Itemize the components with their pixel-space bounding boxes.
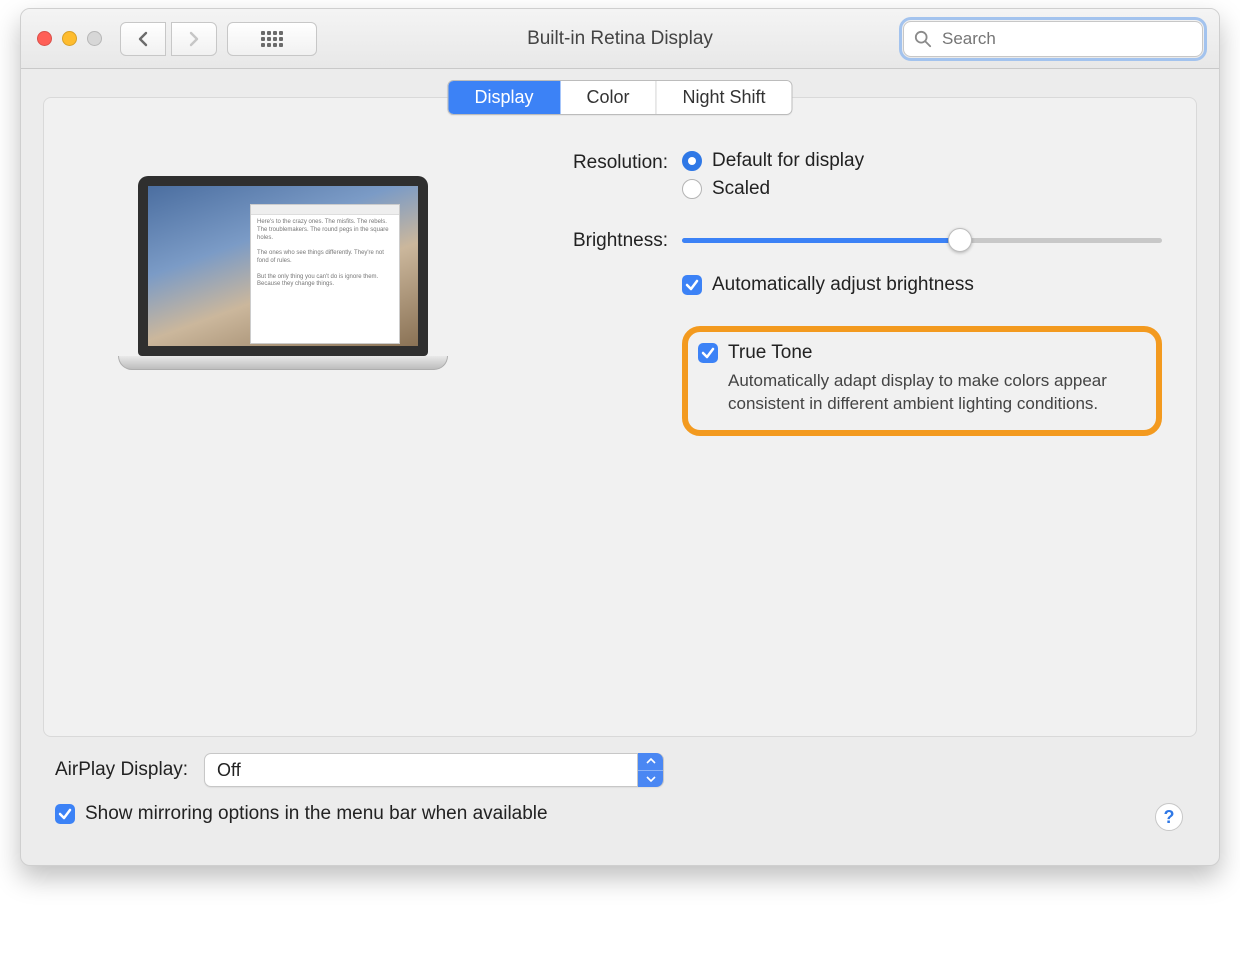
radio-selected-icon [682, 151, 702, 171]
airplay-value: Off [217, 760, 241, 781]
search-field[interactable] [903, 21, 1203, 57]
chevron-right-icon [188, 31, 200, 47]
slider-thumb[interactable] [948, 228, 972, 252]
true-tone-highlight: True Tone Automatically adapt display to… [682, 326, 1162, 436]
minimize-window-button[interactable] [62, 31, 77, 46]
resolution-scaled-option[interactable]: Scaled [682, 178, 1162, 200]
show-all-button[interactable] [227, 22, 317, 56]
resolution-default-label: Default for display [712, 150, 864, 172]
search-icon [914, 30, 932, 48]
checkbox-checked-icon [698, 343, 718, 363]
auto-brightness-label: Automatically adjust brightness [712, 274, 974, 296]
close-window-button[interactable] [37, 31, 52, 46]
footer: AirPlay Display: Off Show mirroring opti… [43, 737, 1197, 845]
resolution-scaled-label: Scaled [712, 178, 770, 200]
zoom-window-button[interactable] [87, 31, 102, 46]
grid-icon [261, 31, 283, 47]
tab-night-shift[interactable]: Night Shift [657, 81, 792, 114]
forward-button[interactable] [171, 22, 217, 56]
resolution-label: Resolution: [518, 150, 668, 174]
preferences-window: Built-in Retina Display Display Color Ni… [20, 8, 1220, 866]
airplay-select[interactable]: Off [204, 753, 664, 787]
select-stepper[interactable] [637, 753, 663, 787]
checkbox-checked-icon [55, 804, 75, 824]
nav-buttons [120, 22, 217, 56]
window-body: Display Color Night Shift Here's to the … [21, 69, 1219, 865]
window-controls [37, 31, 102, 46]
display-thumbnail: Here's to the crazy ones. The misfits. T… [78, 176, 488, 456]
checkbox-checked-icon [682, 275, 702, 295]
mirroring-checkbox[interactable]: Show mirroring options in the menu bar w… [55, 803, 548, 825]
question-mark-icon: ? [1164, 807, 1175, 828]
radio-unselected-icon [682, 179, 702, 199]
mirroring-label: Show mirroring options in the menu bar w… [85, 803, 548, 825]
tab-bar: Display Color Night Shift [447, 80, 792, 115]
resolution-default-option[interactable]: Default for display [682, 150, 1162, 172]
main-panel: Display Color Night Shift Here's to the … [43, 97, 1197, 737]
chevron-left-icon [137, 31, 149, 47]
brightness-label: Brightness: [518, 228, 668, 252]
chevron-up-icon [646, 758, 656, 764]
chevron-down-icon [646, 776, 656, 782]
airplay-label: AirPlay Display: [55, 759, 188, 781]
auto-brightness-checkbox[interactable]: Automatically adjust brightness [682, 274, 1162, 296]
true-tone-description: Automatically adapt display to make colo… [698, 370, 1142, 416]
true-tone-checkbox[interactable]: True Tone [698, 342, 1142, 364]
laptop-screen-icon: Here's to the crazy ones. The misfits. T… [138, 176, 428, 356]
titlebar: Built-in Retina Display [21, 9, 1219, 69]
help-button[interactable]: ? [1155, 803, 1183, 831]
display-settings: Resolution: Default for display Scaled [518, 150, 1162, 456]
back-button[interactable] [120, 22, 166, 56]
tab-display[interactable]: Display [448, 81, 560, 114]
tab-color[interactable]: Color [560, 81, 656, 114]
search-input[interactable] [940, 28, 1192, 50]
true-tone-label: True Tone [728, 342, 813, 364]
brightness-slider[interactable] [682, 226, 1162, 254]
